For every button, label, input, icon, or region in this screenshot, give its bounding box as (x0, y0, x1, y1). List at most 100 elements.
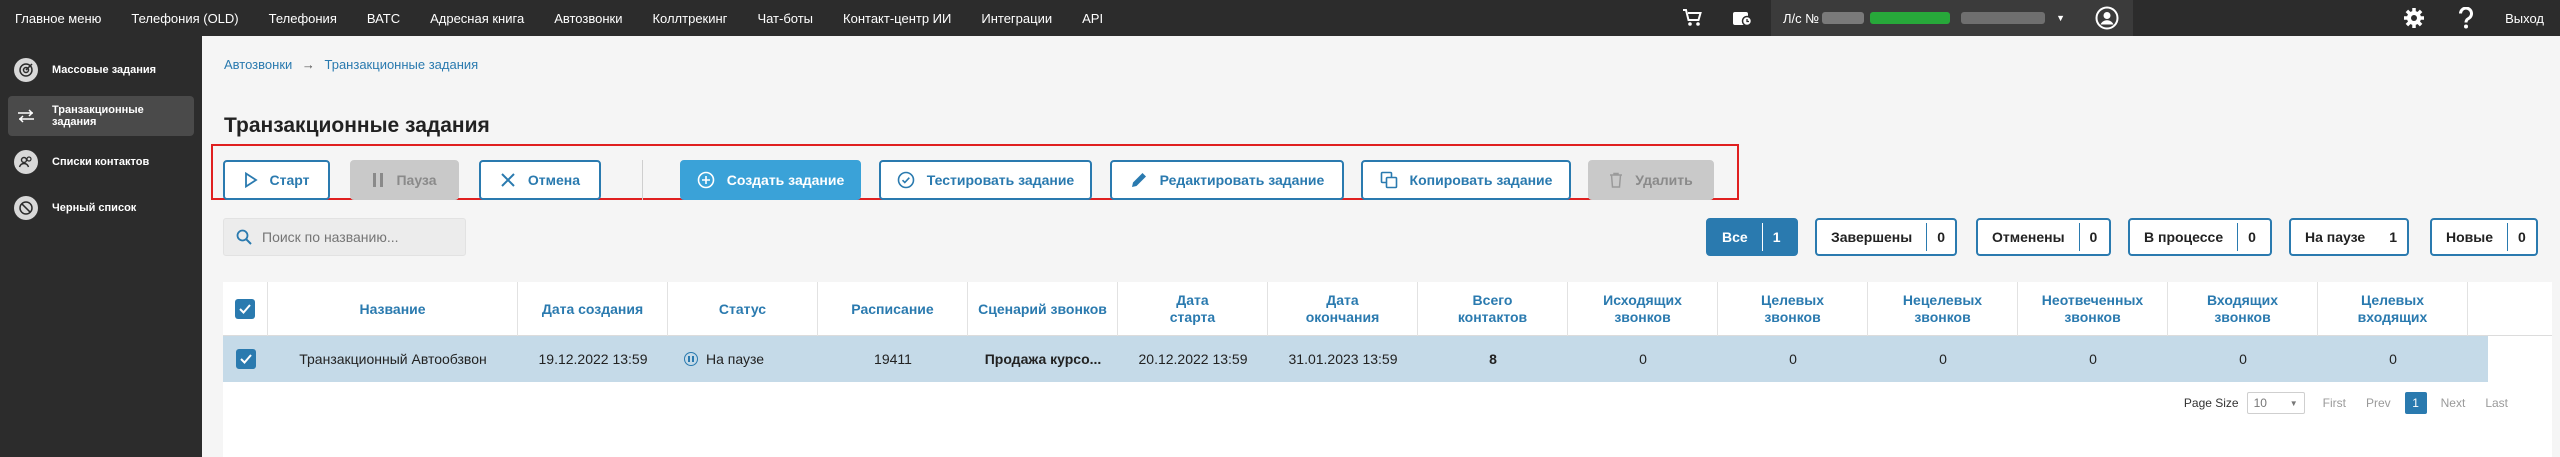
next-page-link[interactable]: Next (2441, 396, 2466, 410)
filter-label: В процессе (2144, 229, 2224, 245)
gear-icon[interactable] (2403, 7, 2425, 29)
row-checkbox[interactable] (235, 349, 256, 369)
filter-label: Отменены (1992, 229, 2065, 245)
search-input[interactable] (262, 229, 462, 245)
column-header-target-calls[interactable]: Целевых звонков (1718, 282, 1868, 336)
status-text: На паузе (706, 351, 765, 367)
menu-item-api[interactable]: API (1082, 11, 1103, 26)
close-icon (500, 172, 516, 188)
column-header-created[interactable]: Дата создания (518, 282, 668, 336)
column-header-total-contacts[interactable]: Всего контактов (1418, 282, 1568, 336)
help-icon[interactable] (2455, 7, 2477, 29)
edit-task-button[interactable]: Редактировать задание (1110, 160, 1344, 200)
column-header-status[interactable]: Статус (668, 282, 818, 336)
column-header-scenario[interactable]: Сценарий звонков (968, 282, 1118, 336)
filter-count: 0 (1937, 229, 1945, 245)
sidebar-item-label: Списки контактов (52, 156, 150, 168)
chevron-down-icon: ▼ (2289, 398, 2298, 408)
sidebar-item-contact-lists[interactable]: Списки контактов (8, 142, 194, 182)
edit-task-button-label: Редактировать задание (1159, 172, 1325, 188)
cancel-button[interactable]: Отмена (479, 160, 601, 200)
main-menu: Главное меню Телефония (OLD) Телефония В… (0, 0, 1133, 36)
filter-cancelled[interactable]: Отменены 0 (1976, 218, 2111, 256)
column-header-schedule[interactable]: Расписание (818, 282, 968, 336)
delete-task-button-label: Удалить (1635, 172, 1693, 188)
search-icon (236, 229, 252, 245)
create-task-button[interactable]: Создать задание (680, 160, 861, 200)
breadcrumb-parent[interactable]: Автозвонки (224, 57, 292, 72)
filter-count: 1 (2389, 229, 2397, 245)
copy-task-button[interactable]: Копировать задание (1361, 160, 1571, 200)
cell-nontarget-calls: 0 (1939, 351, 1947, 367)
cell-total-contacts: 8 (1489, 351, 1497, 367)
cancel-button-label: Отмена (527, 172, 581, 188)
menu-item-calltracking[interactable]: Коллтрекинг (652, 11, 727, 26)
account-name-redacted (1961, 12, 2046, 24)
arrow-right-icon: → (301, 57, 315, 72)
delete-task-button[interactable]: Удалить (1588, 160, 1714, 200)
select-all-checkbox[interactable] (235, 299, 255, 319)
page-size-value: 10 (2253, 396, 2267, 410)
test-task-button-label: Тестировать задание (926, 172, 1075, 188)
column-header-nontarget-calls[interactable]: Нецелевых звонков (1868, 282, 2018, 336)
account-number-redacted (1822, 12, 1865, 24)
column-header-target-incoming[interactable]: Целевых входящих (2318, 282, 2468, 336)
filter-paused[interactable]: На паузе 1 (2289, 218, 2409, 256)
menu-item-telephony[interactable]: Телефония (269, 11, 337, 26)
cell-target-calls: 0 (1789, 351, 1797, 367)
menu-item-integrations[interactable]: Интеграции (981, 11, 1052, 26)
sidebar-item-transactional-tasks[interactable]: Транзакционные задания (8, 96, 194, 136)
menu-item-ai-contact-center[interactable]: Контакт-центр ИИ (843, 11, 951, 26)
column-header-outgoing-calls[interactable]: Исходящих звонков (1568, 282, 1718, 336)
trash-icon (1609, 172, 1623, 188)
filter-completed[interactable]: Завершены 0 (1815, 218, 1957, 256)
column-header-name[interactable]: Название (268, 282, 518, 336)
filter-new[interactable]: Новые 0 (2430, 218, 2538, 256)
test-task-button[interactable]: Тестировать задание (879, 160, 1092, 200)
pause-button[interactable]: Пауза (350, 160, 459, 200)
menu-item-address-book[interactable]: Адресная книга (430, 11, 524, 26)
cart-icon[interactable] (1681, 7, 1703, 29)
column-header-end-date[interactable]: Дата окончания (1268, 282, 1418, 336)
cell-status: На паузе (668, 336, 818, 382)
search-box (223, 218, 466, 256)
prev-page-link[interactable]: Prev (2366, 396, 2391, 410)
menu-item-chatbots[interactable]: Чат-боты (757, 11, 813, 26)
sidebar-item-blacklist[interactable]: Черный список (8, 188, 194, 228)
sidebar-item-label: Черный список (52, 202, 137, 214)
main-content: Автозвонки → Транзакционные задания Тран… (202, 36, 2560, 457)
column-header-incoming-calls[interactable]: Входящих звонков (2168, 282, 2318, 336)
sidebar: Массовые задания Транзакционные задания … (0, 36, 202, 457)
filter-in-progress[interactable]: В процессе 0 (2128, 218, 2272, 256)
sidebar-item-mass-tasks[interactable]: Массовые задания (8, 50, 194, 90)
breadcrumb-current[interactable]: Транзакционные задания (325, 57, 479, 72)
menu-item-main[interactable]: Главное меню (15, 11, 101, 26)
plus-circle-icon (697, 171, 715, 189)
select-all-header (223, 282, 268, 336)
chevron-down-icon: ▼ (2056, 13, 2066, 23)
column-header-start-date[interactable]: Дата старта (1118, 282, 1268, 336)
table-row[interactable]: Транзакционный Автообзвон 19.12.2022 13:… (223, 336, 2488, 382)
menu-item-vats[interactable]: ВАТС (367, 11, 400, 26)
cell-end-date: 31.01.2023 13:59 (1288, 351, 1398, 367)
first-page-link[interactable]: First (2323, 396, 2346, 410)
account-selector[interactable]: Л/с № ▼ (1770, 0, 2134, 36)
filter-all[interactable]: Все 1 (1706, 218, 1798, 256)
create-task-button-label: Создать задание (726, 172, 845, 188)
cell-name[interactable]: Транзакционный Автообзвон (268, 336, 518, 382)
current-page-button[interactable]: 1 (2404, 392, 2427, 414)
cell-incoming-calls: 0 (2239, 351, 2247, 367)
wallet-icon[interactable] (1731, 7, 1753, 29)
start-button[interactable]: Старт (223, 160, 330, 200)
user-avatar-icon[interactable] (2095, 6, 2119, 30)
menu-item-telephony-old[interactable]: Телефония (OLD) (131, 11, 238, 26)
menu-item-autocalls[interactable]: Автозвонки (554, 11, 622, 26)
logout-link[interactable]: Выход (2505, 11, 2544, 26)
filter-label: На паузе (2305, 229, 2366, 245)
top-nav-right: Л/с № ▼ Выход (1681, 0, 2560, 36)
contacts-icon (14, 150, 38, 174)
pause-button-label: Пауза (396, 172, 437, 188)
column-header-unanswered-calls[interactable]: Неотвеченных звонков (2018, 282, 2168, 336)
last-page-link[interactable]: Last (2485, 396, 2508, 410)
page-size-select[interactable]: 10 ▼ (2246, 392, 2305, 414)
